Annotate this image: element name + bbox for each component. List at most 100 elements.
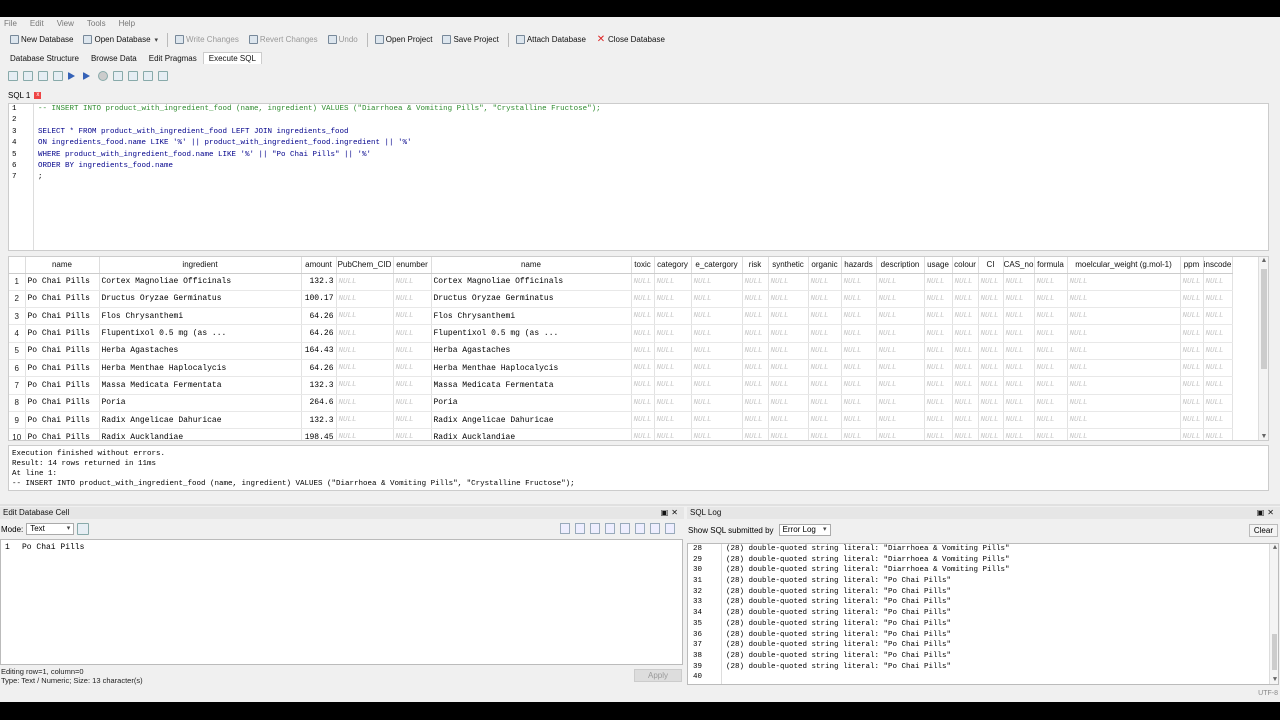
- revert-changes-button[interactable]: Revert Changes: [245, 32, 322, 47]
- table-cell[interactable]: NULL: [876, 290, 925, 309]
- column-header[interactable]: description: [876, 257, 925, 274]
- table-cell[interactable]: NULL: [978, 428, 1004, 440]
- table-cell[interactable]: NULL: [691, 342, 743, 360]
- table-cell[interactable]: NULL: [876, 307, 925, 326]
- scroll-thumb[interactable]: [1272, 634, 1277, 670]
- table-cell[interactable]: Po Chai Pills: [25, 411, 100, 430]
- table-cell[interactable]: NULL: [742, 376, 769, 395]
- menu-tools[interactable]: Tools: [87, 19, 106, 28]
- indent-icon[interactable]: [575, 523, 585, 534]
- undo-button[interactable]: Undo: [324, 32, 362, 47]
- table-cell[interactable]: NULL: [691, 290, 743, 309]
- table-cell[interactable]: NULL: [808, 428, 842, 440]
- table-cell[interactable]: NULL: [1067, 359, 1181, 378]
- table-row[interactable]: 7 Po Chai Pills Massa Medicata Fermentata 1…: [9, 376, 1233, 395]
- table-cell[interactable]: NULL: [1003, 342, 1035, 360]
- table-cell[interactable]: Flupentixol 0.5 mg (as ...: [99, 324, 302, 343]
- table-cell[interactable]: NULL: [1003, 359, 1035, 378]
- table-cell[interactable]: NULL: [1203, 273, 1233, 291]
- table-cell[interactable]: NULL: [1034, 428, 1068, 440]
- table-cell[interactable]: NULL: [952, 359, 979, 378]
- print-preview-icon[interactable]: [665, 523, 675, 534]
- column-header[interactable]: name: [25, 257, 100, 274]
- table-cell[interactable]: NULL: [1034, 394, 1068, 412]
- table-cell[interactable]: NULL: [691, 394, 743, 412]
- table-cell[interactable]: 10: [9, 428, 26, 440]
- log-scrollbar[interactable]: ▲ ▼: [1269, 544, 1278, 684]
- table-row[interactable]: 2 Po Chai Pills Dructus Oryzae Germinatus 1…: [9, 290, 1233, 309]
- table-cell[interactable]: NULL: [924, 428, 953, 440]
- stop-execution-icon[interactable]: [98, 71, 108, 81]
- table-cell[interactable]: NULL: [978, 273, 1004, 291]
- table-cell[interactable]: NULL: [808, 394, 842, 412]
- table-cell[interactable]: NULL: [924, 359, 953, 378]
- table-cell[interactable]: NULL: [1034, 411, 1068, 430]
- table-cell[interactable]: NULL: [1067, 307, 1181, 326]
- tab-execute-sql[interactable]: Execute SQL: [202, 52, 262, 64]
- save-results-icon[interactable]: [113, 71, 123, 81]
- table-cell[interactable]: NULL: [841, 324, 877, 343]
- table-cell[interactable]: NULL: [1203, 359, 1233, 378]
- table-cell[interactable]: NULL: [631, 273, 655, 291]
- table-cell[interactable]: NULL: [631, 376, 655, 395]
- table-cell[interactable]: Herba Agastaches: [99, 342, 302, 360]
- table-cell[interactable]: Dructus Oryzae Germinatus: [99, 290, 302, 309]
- menu-file[interactable]: File: [4, 19, 17, 28]
- table-cell[interactable]: NULL: [654, 324, 692, 343]
- sql-editor[interactable]: 1 -- INSERT INTO product_with_ingredient_…: [8, 103, 1269, 251]
- table-cell[interactable]: NULL: [1067, 273, 1181, 291]
- table-cell[interactable]: Po Chai Pills: [25, 342, 100, 360]
- table-cell[interactable]: NULL: [654, 273, 692, 291]
- panel-controls-icon[interactable]: ▣✕: [1257, 507, 1277, 519]
- table-cell[interactable]: NULL: [393, 273, 432, 291]
- word-wrap-icon[interactable]: [560, 523, 570, 534]
- table-cell[interactable]: NULL: [768, 342, 809, 360]
- table-cell[interactable]: NULL: [952, 394, 979, 412]
- attach-database-button[interactable]: Attach Database: [512, 32, 590, 47]
- table-cell[interactable]: Poria: [99, 394, 302, 412]
- table-cell[interactable]: NULL: [841, 342, 877, 360]
- table-cell[interactable]: NULL: [978, 411, 1004, 430]
- table-cell[interactable]: NULL: [841, 411, 877, 430]
- table-cell[interactable]: NULL: [1067, 411, 1181, 430]
- table-cell[interactable]: NULL: [952, 376, 979, 395]
- table-cell[interactable]: NULL: [393, 324, 432, 343]
- table-cell[interactable]: NULL: [808, 324, 842, 343]
- table-cell[interactable]: NULL: [1180, 376, 1204, 395]
- tab-browse-data[interactable]: Browse Data: [85, 52, 143, 64]
- table-cell[interactable]: NULL: [691, 307, 743, 326]
- table-cell[interactable]: Po Chai Pills: [25, 359, 100, 378]
- table-cell[interactable]: 1: [9, 273, 26, 291]
- column-header[interactable]: e_catergory: [691, 257, 743, 274]
- table-cell[interactable]: NULL: [336, 273, 394, 291]
- table-cell[interactable]: NULL: [1203, 290, 1233, 309]
- table-cell[interactable]: NULL: [691, 273, 743, 291]
- column-header[interactable]: PubChem_CID: [336, 257, 394, 274]
- table-cell[interactable]: NULL: [631, 359, 655, 378]
- column-header[interactable]: toxic: [631, 257, 655, 274]
- table-cell[interactable]: NULL: [952, 273, 979, 291]
- column-header[interactable]: amount: [301, 257, 337, 274]
- table-cell[interactable]: NULL: [808, 411, 842, 430]
- table-cell[interactable]: 64.26: [301, 307, 337, 326]
- table-cell[interactable]: NULL: [336, 342, 394, 360]
- tab-edit-pragmas[interactable]: Edit Pragmas: [143, 52, 203, 64]
- table-cell[interactable]: Massa Medicata Fermentata: [99, 376, 302, 395]
- table-cell[interactable]: NULL: [1034, 290, 1068, 309]
- table-cell[interactable]: NULL: [336, 394, 394, 412]
- table-cell[interactable]: NULL: [952, 290, 979, 309]
- import-icon[interactable]: [605, 523, 615, 534]
- table-row[interactable]: 5 Po Chai Pills Herba Agastaches 164.43 NULL…: [9, 342, 1233, 360]
- table-cell[interactable]: NULL: [952, 342, 979, 360]
- column-header[interactable]: CAS_no: [1003, 257, 1035, 274]
- table-cell[interactable]: NULL: [768, 359, 809, 378]
- table-cell[interactable]: NULL: [924, 394, 953, 412]
- table-cell[interactable]: NULL: [691, 324, 743, 343]
- table-cell[interactable]: NULL: [768, 428, 809, 440]
- scroll-thumb[interactable]: [1261, 269, 1267, 369]
- table-cell[interactable]: 6: [9, 359, 26, 378]
- table-cell[interactable]: NULL: [1067, 376, 1181, 395]
- table-cell[interactable]: Po Chai Pills: [25, 428, 100, 440]
- save-project-button[interactable]: Save Project: [438, 32, 502, 47]
- table-cell[interactable]: NULL: [393, 376, 432, 395]
